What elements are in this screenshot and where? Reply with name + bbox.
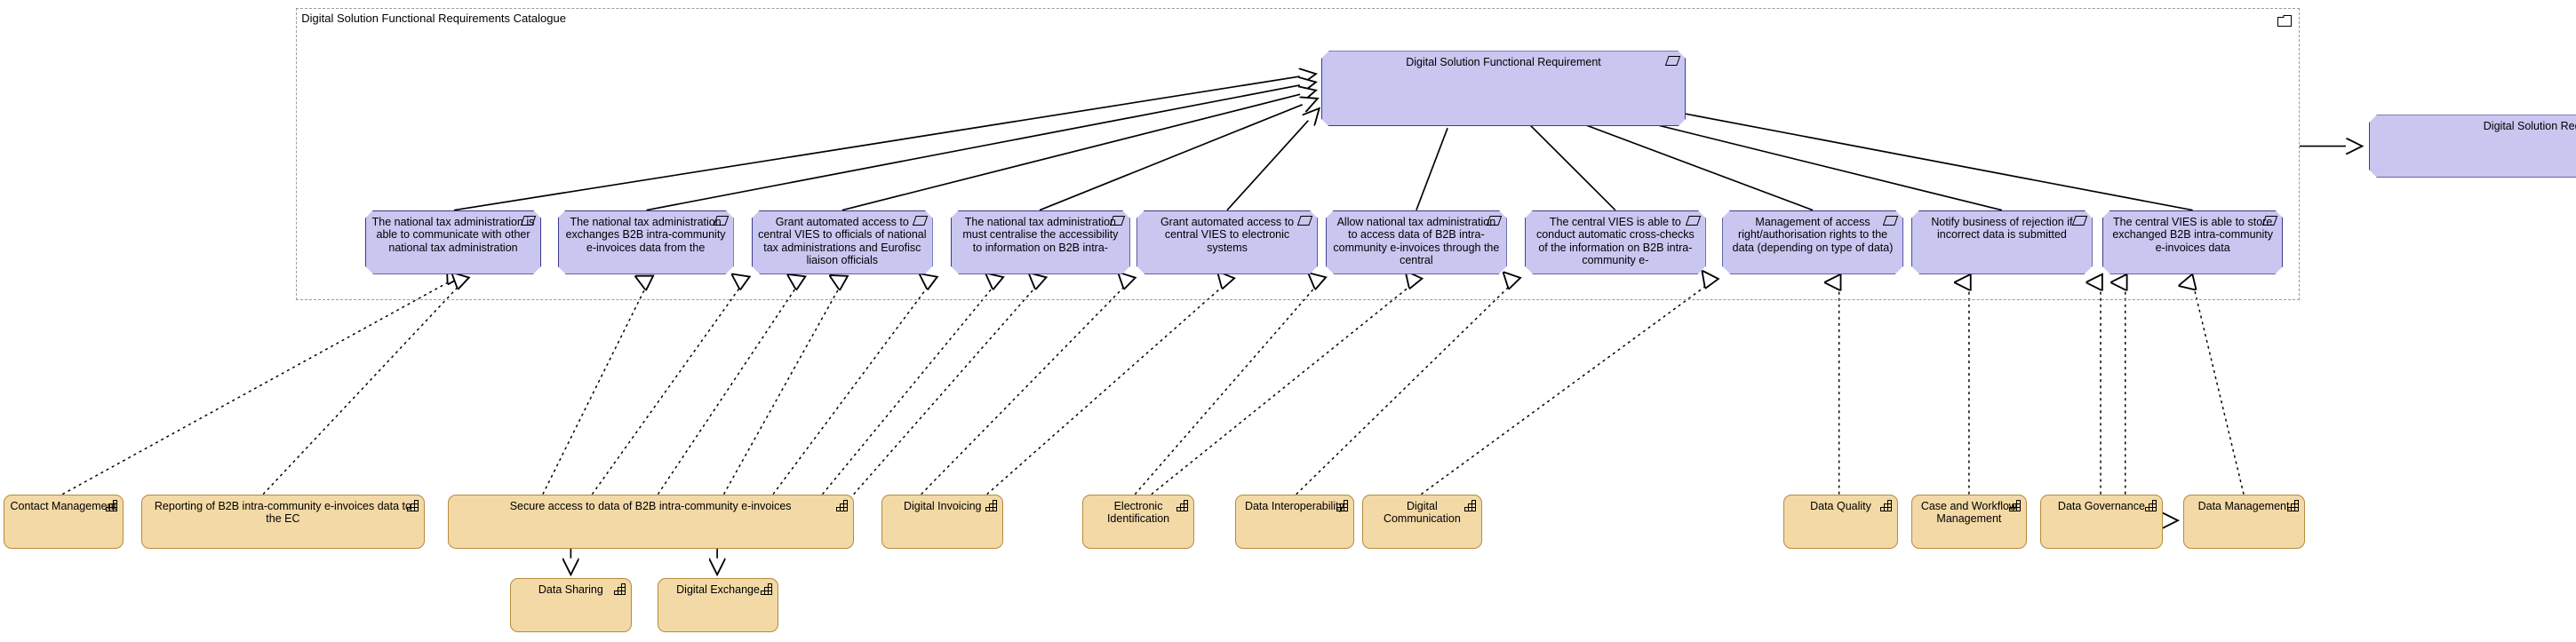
- requirement-external[interactable]: Digital Solution Requirement: [2369, 115, 2576, 177]
- capability-label: Digital Communication: [1383, 499, 1461, 526]
- requirement-label: Grant automated access to central VIES t…: [1160, 215, 1295, 254]
- capability-node[interactable]: Reporting of B2B intra-community e-invoi…: [141, 494, 425, 549]
- capability-label: Secure access to data of B2B intra-commu…: [509, 499, 792, 512]
- capability-node[interactable]: Data Sharing: [509, 577, 632, 632]
- capability-label: Contact Management: [10, 499, 116, 512]
- requirement-label: The central VIES is able to conduct auto…: [1535, 215, 1695, 267]
- capability-node[interactable]: Data Management: [2182, 494, 2305, 549]
- capability-label: Data Management: [2197, 499, 2290, 512]
- requirement-label: The central VIES is able to store exchan…: [2112, 215, 2273, 254]
- requirement-label: Management of access right/authorisation…: [1732, 215, 1894, 254]
- requirement-child[interactable]: Grant automated access to central VIES t…: [752, 210, 933, 274]
- requirement-label: Grant automated access to central VIES t…: [758, 215, 927, 267]
- capability-label: Data Quality: [1810, 499, 1871, 512]
- capability-label: Digital Exchange: [676, 583, 760, 596]
- capability-node[interactable]: Digital Exchange: [658, 577, 778, 632]
- capability-label: Data Governance: [2057, 499, 2145, 512]
- requirement-label: The national tax administration must cen…: [962, 215, 1119, 254]
- requirement-root[interactable]: Digital Solution Functional Requirement: [1321, 51, 1687, 126]
- requirement-child[interactable]: Grant automated access to central VIES t…: [1136, 210, 1318, 274]
- requirement-child[interactable]: Notify business of rejection if incorrec…: [1911, 210, 2093, 274]
- capability-node[interactable]: Case and Workflow Management: [1911, 494, 2027, 549]
- requirement-label: The national tax administration is able …: [371, 215, 535, 254]
- capability-node[interactable]: Digital Invoicing: [881, 494, 1004, 549]
- capability-node[interactable]: Electronic Identification: [1082, 494, 1194, 549]
- capability-node[interactable]: Data Quality: [1782, 494, 1899, 549]
- requirement-child[interactable]: The national tax administration exchange…: [558, 210, 734, 274]
- capability-label: Reporting of B2B intra-community e-invoi…: [154, 499, 411, 526]
- folder-icon: [2277, 15, 2292, 28]
- requirement-child[interactable]: Management of access right/authorisation…: [1722, 210, 1903, 274]
- requirement-child[interactable]: The central VIES is able to store exchan…: [2102, 210, 2284, 274]
- requirement-label: Digital Solution Functional Requirement: [1406, 56, 1601, 69]
- capability-node[interactable]: Digital Communication: [1361, 494, 1482, 549]
- capability-node[interactable]: Data Interoperability: [1235, 494, 1354, 549]
- requirement-child[interactable]: The national tax administration is able …: [365, 210, 541, 274]
- requirement-label: Notify business of rejection if incorrec…: [1931, 215, 2073, 242]
- group-title: Digital Solution Functional Requirements…: [301, 12, 566, 26]
- diagram-canvas: Digital Solution Functional Requirements…: [0, 0, 2576, 642]
- requirement-child[interactable]: The central VIES is able to conduct auto…: [1525, 210, 1706, 274]
- capability-label: Digital Invoicing: [903, 499, 982, 512]
- requirement-child[interactable]: Allow national tax administration to acc…: [1326, 210, 1507, 274]
- requirement-label: The national tax administration exchange…: [565, 215, 726, 254]
- capability-node[interactable]: Secure access to data of B2B intra-commu…: [447, 494, 854, 549]
- capability-node[interactable]: Contact Management: [3, 494, 124, 549]
- capability-label: Electronic Identification: [1106, 499, 1170, 526]
- capability-label: Case and Workflow Management: [1920, 499, 2017, 526]
- capability-label: Data Interoperability: [1244, 499, 1344, 512]
- capability-label: Data Sharing: [538, 583, 603, 596]
- requirement-label: Digital Solution Requirement: [2483, 120, 2575, 133]
- requirement-label: Allow national tax administration to acc…: [1333, 215, 1500, 267]
- requirement-child[interactable]: The national tax administration must cen…: [951, 210, 1130, 274]
- capability-node[interactable]: Data Governance: [2039, 494, 2164, 549]
